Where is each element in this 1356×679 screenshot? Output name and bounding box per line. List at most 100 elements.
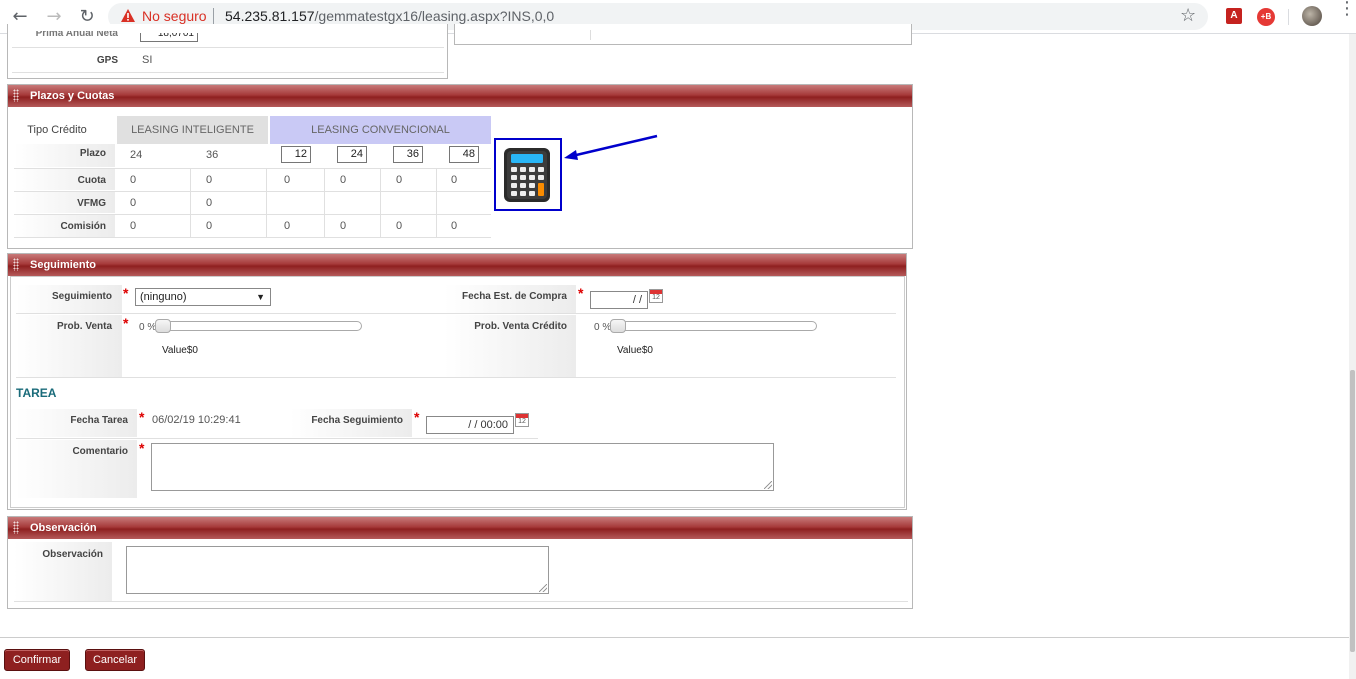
calendar-icon[interactable]: 12: [649, 289, 663, 303]
tipo-credito-label: Tipo Crédito: [27, 124, 87, 136]
plazo-input[interactable]: 48: [449, 146, 479, 163]
convencional-comision: 0: [451, 220, 458, 232]
calendar-icon[interactable]: 12: [515, 413, 529, 427]
inteligente-plazo: 36: [206, 149, 219, 161]
convencional-comision: 0: [284, 220, 291, 232]
observacion-header[interactable]: Observación: [8, 517, 912, 539]
toolbar-divider: [1288, 9, 1289, 25]
tab-leasing-inteligente[interactable]: LEASING INTELIGENTE: [117, 116, 268, 144]
fecha-seguimiento-input[interactable]: / / 00:00: [426, 416, 514, 434]
plazos-header-title: Plazos y Cuotas: [30, 90, 115, 102]
fecha-compra-label: Fecha Est. de Compra: [461, 291, 567, 302]
col-divider: [324, 168, 325, 237]
prob-credito-slider-handle[interactable]: [610, 319, 626, 333]
prob-venta-slider-handle[interactable]: [155, 319, 171, 333]
security-label: No seguro: [142, 8, 207, 24]
comision-label: Comisión: [60, 221, 106, 232]
plazos-header[interactable]: Plazos y Cuotas: [8, 85, 912, 107]
required-marker: *: [123, 315, 129, 331]
url-text: 54.235.81.157/gemmatestgx16/leasing.aspx…: [225, 8, 554, 24]
col-divider: [380, 168, 381, 237]
inteligente-plazo: 24: [130, 149, 143, 161]
comentario-label: Comentario: [72, 446, 128, 457]
convencional-comision: 0: [396, 220, 403, 232]
pdf-extension-icon[interactable]: A: [1226, 8, 1242, 24]
tarea-title: TAREA: [16, 386, 57, 400]
prob-venta-caption: Value$0: [162, 345, 198, 356]
observacion-header-title: Observación: [30, 522, 97, 534]
observacion-textarea[interactable]: [126, 546, 549, 594]
calculator-button[interactable]: [494, 138, 562, 211]
cuota-label: Cuota: [77, 175, 106, 186]
resize-handle-icon[interactable]: [539, 584, 547, 592]
row-divider: [14, 214, 491, 215]
fecha-compra-input[interactable]: / /: [590, 291, 648, 309]
browser-menu-icon[interactable]: ⋮: [1338, 0, 1356, 18]
plazo-input[interactable]: 24: [337, 146, 367, 163]
row-divider: [16, 377, 896, 378]
plazo-input[interactable]: 12: [281, 146, 311, 163]
grip-icon: [13, 258, 19, 271]
row-divider: [14, 191, 491, 192]
grip-icon: [13, 521, 19, 534]
profile-avatar[interactable]: [1302, 6, 1322, 26]
row-divider: [14, 168, 491, 169]
cancel-button[interactable]: Cancelar: [85, 649, 145, 671]
right-top-section: [454, 24, 912, 45]
gps-label: GPS: [96, 55, 118, 66]
required-marker: *: [139, 409, 145, 425]
comentario-textarea[interactable]: [151, 443, 774, 491]
seguimiento-header-title: Seguimiento: [30, 259, 97, 271]
seguimiento-header[interactable]: Seguimiento: [8, 254, 906, 276]
plazo-input[interactable]: 36: [393, 146, 423, 163]
prob-venta-label: Prob. Venta: [56, 321, 112, 332]
prob-credito-caption: Value$0: [617, 345, 653, 356]
gps-value: SI: [142, 54, 153, 66]
convencional-cuota: 0: [451, 174, 458, 186]
required-marker: *: [139, 440, 145, 456]
convencional-comision: 0: [340, 220, 347, 232]
inteligente-comision: 0: [206, 220, 213, 232]
calculator-icon: [504, 148, 550, 202]
inteligente-comision: 0: [130, 220, 137, 232]
col-divider: [266, 168, 267, 237]
inteligente-vfmg: 0: [206, 197, 213, 209]
observacion-label: Observación: [42, 549, 103, 560]
seguimiento-select-value: (ninguno): [140, 291, 187, 303]
row-divider: [12, 72, 444, 73]
prob-venta-value: 0 %: [139, 322, 157, 333]
url-separator: [213, 8, 214, 25]
vfmg-label: VFMG: [77, 198, 106, 209]
convencional-cuota: 0: [340, 174, 347, 186]
inteligente-cuota: 0: [130, 174, 137, 186]
fecha-tarea-value: 06/02/19 10:29:41: [152, 414, 241, 426]
prob-venta-slider[interactable]: [158, 321, 362, 331]
scrollbar-thumb[interactable]: [1350, 370, 1355, 652]
confirm-button[interactable]: Confirmar: [4, 649, 70, 671]
extension-icon[interactable]: +B: [1257, 8, 1275, 26]
seguimiento-select[interactable]: (ninguno) ▼: [135, 288, 271, 306]
plazos-section: [7, 84, 913, 249]
required-marker: *: [578, 285, 584, 301]
required-marker: *: [123, 285, 129, 301]
tab-leasing-convencional[interactable]: LEASING CONVENCIONAL: [270, 116, 491, 144]
seguimiento-label: Seguimiento: [51, 291, 112, 302]
fecha-tarea-label: Fecha Tarea: [70, 415, 128, 426]
required-marker: *: [414, 409, 420, 425]
inteligente-cuota: 0: [206, 174, 213, 186]
prob-credito-slider[interactable]: [613, 321, 817, 331]
resize-handle-icon[interactable]: [764, 481, 772, 489]
dropdown-arrow-icon: ▼: [256, 292, 265, 302]
bookmark-star-icon[interactable]: ☆: [1180, 5, 1196, 26]
annotation-arrow: [564, 134, 658, 160]
plazo-label: Plazo: [79, 148, 106, 159]
col-divider: [190, 168, 191, 237]
prob-credito-value: 0 %: [594, 322, 612, 333]
prob-credito-label: Prob. Venta Crédito: [474, 321, 567, 332]
url-path: /gemmatestgx16/leasing.aspx?INS,0,0: [314, 8, 555, 24]
row-divider: [14, 237, 491, 238]
grip-icon: [13, 89, 19, 102]
inteligente-vfmg: 0: [130, 197, 137, 209]
row-divider: [12, 47, 444, 48]
convencional-cuota: 0: [396, 174, 403, 186]
